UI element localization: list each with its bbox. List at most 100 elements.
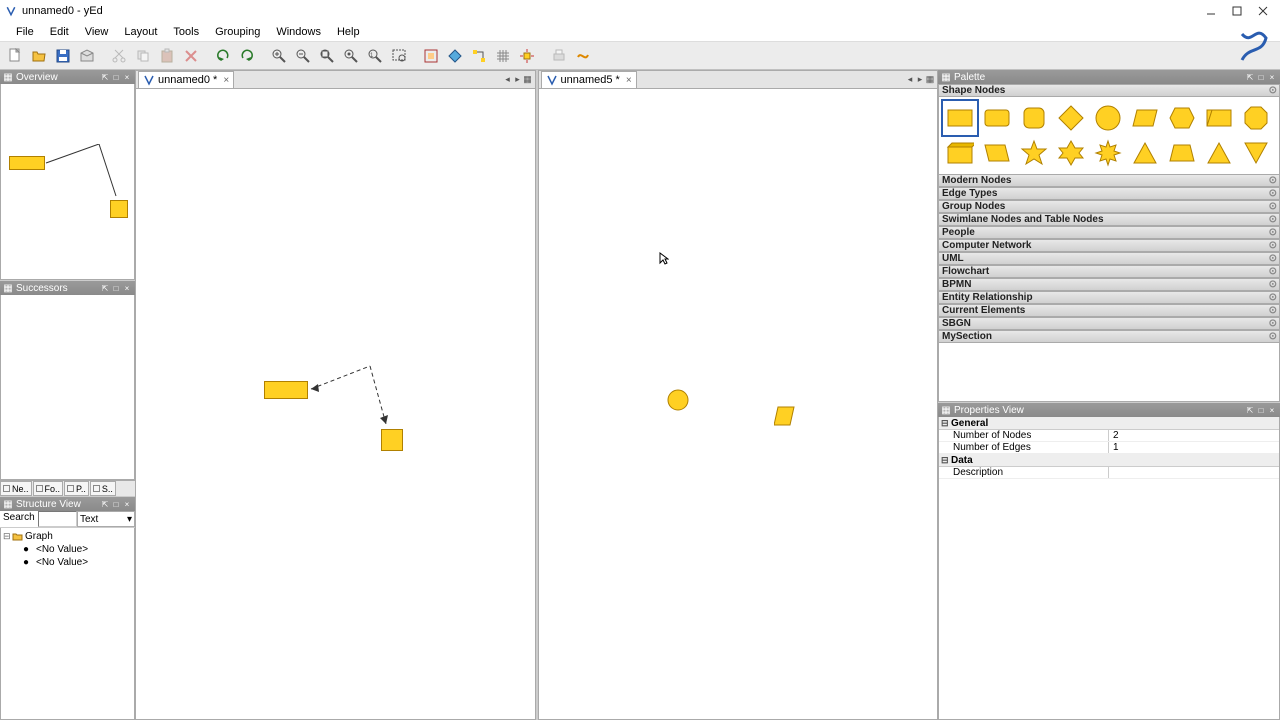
nb-tab-fo[interactable]: Fo.. [33, 481, 64, 496]
palette-section[interactable]: Edge Types⊙ [938, 187, 1280, 200]
shape-triangle-up2[interactable] [1203, 137, 1235, 169]
canvas-node-hex[interactable] [381, 429, 403, 451]
grid-icon[interactable] [492, 45, 514, 67]
tab-next-icon[interactable]: ▸ [915, 73, 925, 85]
shape-star8[interactable] [1092, 137, 1124, 169]
panel-close-icon[interactable]: × [122, 72, 132, 82]
shape-star6[interactable] [1055, 137, 1087, 169]
shape-star5[interactable] [1018, 137, 1050, 169]
panel-pin-icon[interactable]: ⇱ [1245, 405, 1255, 415]
panel-max-icon[interactable]: □ [111, 499, 121, 509]
palette-section[interactable]: Flowchart⊙ [938, 265, 1280, 278]
tree-root[interactable]: ⊟Graph [3, 530, 132, 543]
structure-header[interactable]: ▦ Structure View ⇱ □ × [0, 497, 135, 511]
properties-header[interactable]: ▦ Properties View ⇱ □ × [938, 403, 1280, 417]
menu-layout[interactable]: Layout [116, 24, 165, 40]
palette-section[interactable]: BPMN⊙ [938, 278, 1280, 291]
palette-section[interactable]: SBGN⊙ [938, 317, 1280, 330]
tab-next-icon[interactable]: ▸ [513, 73, 523, 85]
canvas-node-parallelogram[interactable] [774, 405, 796, 427]
shape-parallelogram[interactable] [1129, 102, 1161, 134]
menu-tools[interactable]: Tools [165, 24, 207, 40]
delete-icon[interactable] [180, 45, 202, 67]
shape-trapezoid[interactable] [1203, 102, 1235, 134]
menu-file[interactable]: File [8, 24, 42, 40]
nb-tab-s[interactable]: S.. [90, 481, 116, 496]
search-input[interactable] [38, 511, 77, 527]
maximize-button[interactable] [1224, 1, 1250, 21]
tab-prev-icon[interactable]: ◂ [503, 73, 513, 85]
palette-section[interactable]: Group Nodes⊙ [938, 200, 1280, 213]
export-icon[interactable] [76, 45, 98, 67]
shape-octagon[interactable] [1240, 102, 1272, 134]
new-doc-icon[interactable] [4, 45, 26, 67]
overview-header[interactable]: ▦ Overview ⇱ □ × [0, 70, 135, 84]
settings-icon[interactable] [572, 45, 594, 67]
prop-row-nodes[interactable]: Number of Nodes2 [939, 430, 1279, 442]
shape-trapezoid2[interactable] [1166, 137, 1198, 169]
overview-canvas[interactable] [0, 84, 135, 280]
structure-tree[interactable]: ⊟Graph ●<No Value> ●<No Value> [0, 528, 135, 720]
zoom-fit-icon[interactable] [316, 45, 338, 67]
menu-windows[interactable]: Windows [268, 24, 329, 40]
tab-close-icon[interactable]: × [626, 75, 632, 86]
shape-rect3d[interactable] [944, 137, 976, 169]
cut-icon[interactable] [108, 45, 130, 67]
open-icon[interactable] [28, 45, 50, 67]
expand-icon[interactable]: ⊟ [3, 531, 12, 542]
panel-max-icon[interactable]: □ [111, 283, 121, 293]
canvas-unnamed0[interactable] [136, 89, 535, 719]
zoom-area-icon[interactable] [388, 45, 410, 67]
minimize-button[interactable] [1198, 1, 1224, 21]
zoom-reset-icon[interactable]: 1 [364, 45, 386, 67]
panel-max-icon[interactable]: □ [111, 72, 121, 82]
menu-view[interactable]: View [77, 24, 117, 40]
menu-edit[interactable]: Edit [42, 24, 77, 40]
redo-icon[interactable] [236, 45, 258, 67]
shape-hexagon[interactable] [1166, 102, 1198, 134]
panel-close-icon[interactable]: × [122, 283, 132, 293]
layout-icon[interactable] [444, 45, 466, 67]
menu-grouping[interactable]: Grouping [207, 24, 268, 40]
save-icon[interactable] [52, 45, 74, 67]
panel-pin-icon[interactable]: ⇱ [100, 283, 110, 293]
palette-section[interactable]: Entity Relationship⊙ [938, 291, 1280, 304]
successors-header[interactable]: ▦ Successors ⇱ □ × [0, 281, 135, 295]
undo-icon[interactable] [212, 45, 234, 67]
shape-parallelogram2[interactable] [981, 137, 1013, 169]
shape-diamond[interactable] [1055, 102, 1087, 134]
palette-section[interactable]: UML⊙ [938, 252, 1280, 265]
panel-pin-icon[interactable]: ⇱ [100, 499, 110, 509]
palette-header[interactable]: ▦ Palette ⇱ □ × [938, 70, 1280, 84]
shape-ellipse[interactable] [1092, 102, 1124, 134]
prop-row-edges[interactable]: Number of Edges1 [939, 442, 1279, 454]
shape-rectangle[interactable] [944, 102, 976, 134]
prop-group-data[interactable]: ⊟Data [939, 454, 1279, 467]
menu-help[interactable]: Help [329, 24, 368, 40]
shape-triangle-up[interactable] [1129, 137, 1161, 169]
palette-section[interactable]: Swimlane Nodes and Table Nodes⊙ [938, 213, 1280, 226]
panel-close-icon[interactable]: × [1267, 405, 1277, 415]
tree-node-2[interactable]: ●<No Value> [3, 556, 132, 569]
palette-section[interactable]: Modern Nodes⊙ [938, 174, 1280, 187]
orthogonal-icon[interactable] [468, 45, 490, 67]
palette-section[interactable]: MySection⊙ [938, 330, 1280, 343]
close-button[interactable] [1250, 1, 1276, 21]
palette-section[interactable]: People⊙ [938, 226, 1280, 239]
copy-icon[interactable] [132, 45, 154, 67]
tree-node-1[interactable]: ●<No Value> [3, 543, 132, 556]
panel-pin-icon[interactable]: ⇱ [1245, 72, 1255, 82]
panel-max-icon[interactable]: □ [1256, 72, 1266, 82]
palette-section[interactable]: Current Elements⊙ [938, 304, 1280, 317]
panel-close-icon[interactable]: × [1267, 72, 1277, 82]
tab-close-icon[interactable]: × [223, 75, 229, 86]
successors-body[interactable] [0, 295, 135, 480]
canvas-node-rect[interactable] [264, 381, 308, 399]
tab-unnamed5[interactable]: unnamed5 * × [541, 71, 637, 88]
paste-icon[interactable] [156, 45, 178, 67]
shape-triangle-down[interactable] [1240, 137, 1272, 169]
canvas-unnamed5[interactable] [539, 89, 938, 719]
panel-pin-icon[interactable]: ⇱ [100, 72, 110, 82]
palette-section-shapes[interactable]: Shape Nodes⊙ [938, 84, 1280, 97]
search-mode-combo[interactable]: Text▾ [77, 511, 135, 527]
